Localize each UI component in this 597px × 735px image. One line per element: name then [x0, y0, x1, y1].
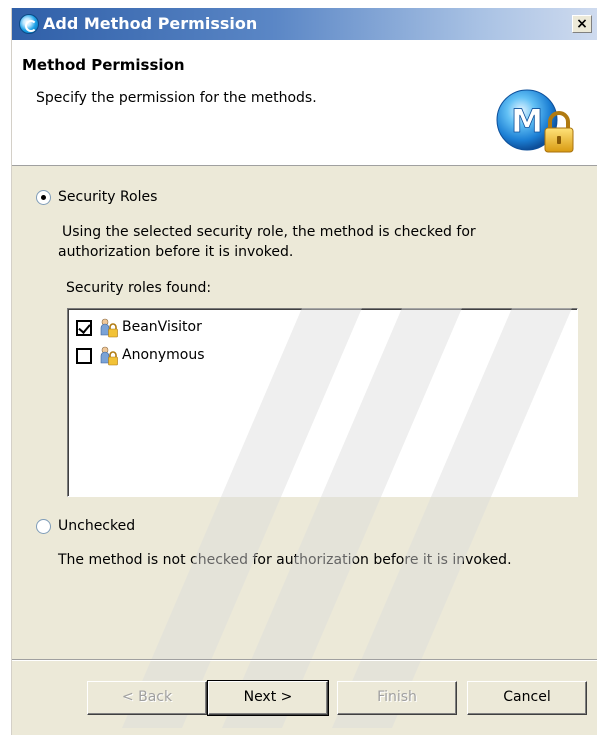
svg-text:M: M: [511, 102, 543, 140]
wizard-header: Method Permission Specify the permission…: [12, 40, 597, 166]
security-role-icon: [100, 346, 118, 366]
page-description: Specify the permission for the methods.: [36, 90, 317, 106]
security-roles-list[interactable]: BeanVisitor Anonymous: [67, 308, 578, 497]
security-roles-label: Security Roles: [58, 189, 158, 205]
button-bar-separator: [12, 659, 597, 661]
next-button[interactable]: Next >: [207, 680, 329, 716]
anonymous-checkbox[interactable]: [76, 348, 92, 364]
unchecked-radio[interactable]: [36, 519, 51, 534]
security-roles-found-label: Security roles found:: [66, 280, 212, 296]
security-role-icon: [100, 318, 118, 338]
beanvisitor-checkbox[interactable]: [76, 320, 92, 336]
window-title: Add Method Permission: [43, 14, 258, 33]
unchecked-label: Unchecked: [58, 518, 136, 534]
wizard-body: Security Roles Using the selected securi…: [12, 167, 597, 667]
wizard-app-icon: [19, 14, 39, 34]
role-name: BeanVisitor: [122, 319, 202, 335]
close-button[interactable]: ×: [572, 15, 592, 33]
security-roles-radio[interactable]: [36, 190, 51, 205]
role-name: Anonymous: [122, 347, 205, 363]
method-lock-icon: M: [496, 89, 574, 153]
security-roles-description: Using the selected security role, the me…: [58, 224, 476, 260]
title-bar[interactable]: Add Method Permission ×: [12, 8, 597, 40]
add-method-permission-dialog: Add Method Permission × Method Permissio…: [11, 8, 597, 735]
page-title: Method Permission: [22, 56, 185, 74]
finish-button[interactable]: Finish: [337, 681, 457, 715]
unchecked-description: The method is not checked for authorizat…: [58, 552, 512, 568]
cancel-button[interactable]: Cancel: [467, 681, 587, 715]
back-button[interactable]: < Back: [87, 681, 207, 715]
